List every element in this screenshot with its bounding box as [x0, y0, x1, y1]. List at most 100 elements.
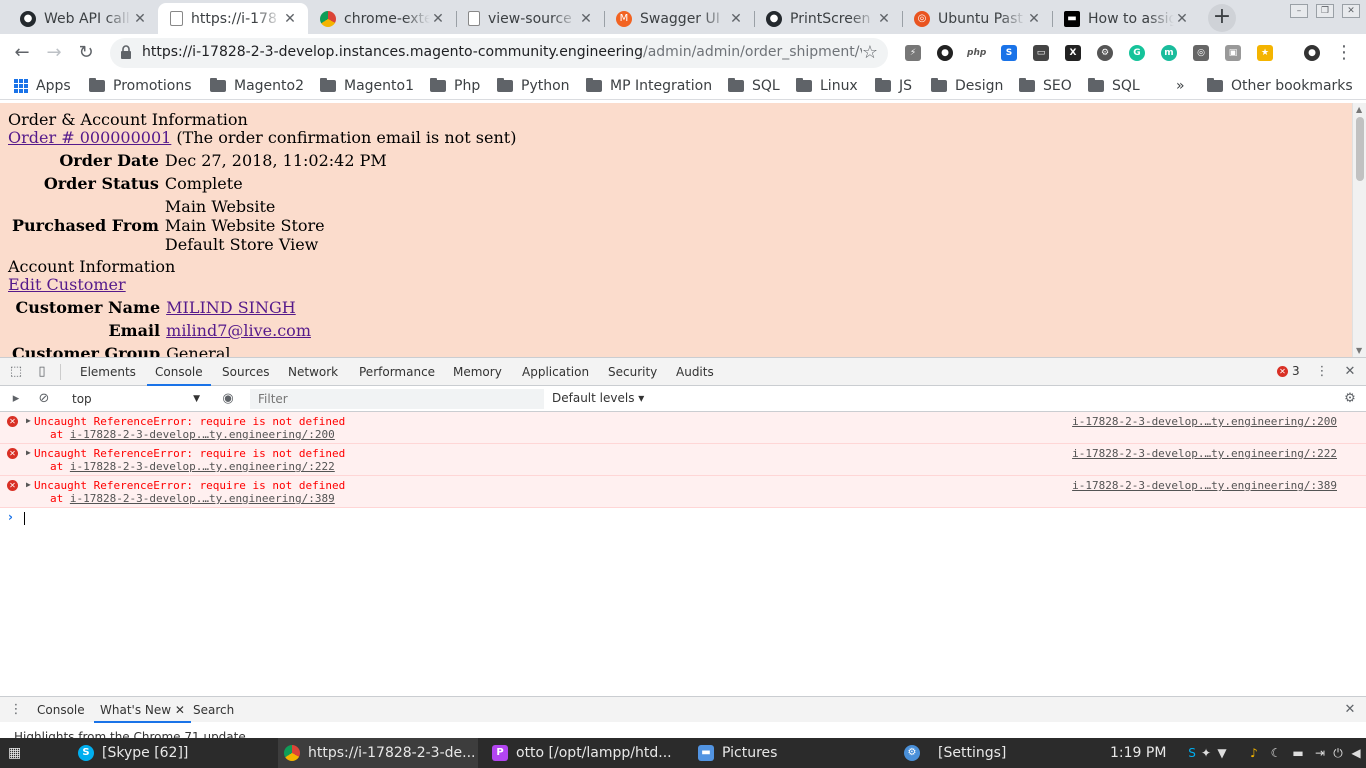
menu-dots-icon[interactable]: ⋮ [1332, 42, 1356, 66]
night-mode-icon[interactable]: ☾ [1268, 745, 1284, 761]
close-icon[interactable]: ✕ [1026, 11, 1042, 27]
expand-triangle-icon[interactable]: ▶ [26, 448, 31, 457]
wifi-icon[interactable]: ▼ [1214, 745, 1230, 761]
other-bookmarks[interactable]: Other bookmarks [1207, 76, 1353, 96]
console-settings-gear-icon[interactable]: ⚙ [1342, 391, 1358, 407]
close-icon[interactable]: ✕ [175, 703, 185, 717]
back-arrow-icon[interactable]: ← [10, 42, 34, 66]
minimize-icon[interactable]: – [1290, 4, 1308, 18]
browser-tab[interactable]: view-source ✕ [456, 3, 605, 34]
bookmark-folder[interactable]: Linux [796, 76, 858, 96]
drawer-tab-console[interactable]: Console [31, 697, 91, 723]
drawer-tab-search[interactable]: Search [187, 697, 240, 723]
taskbar-item-settings[interactable]: ⚙ [Settings] [898, 738, 1098, 768]
star-extension-icon[interactable]: ★ [1257, 45, 1273, 61]
taskbar-item-skype[interactable]: S [Skype [62]] [72, 738, 272, 768]
php-extension-icon[interactable]: php [967, 45, 986, 61]
gear-extension-icon[interactable]: ⚙ [1097, 45, 1113, 61]
tab-application[interactable]: Application [514, 358, 597, 386]
notification-bell-icon[interactable]: ♪ [1246, 745, 1262, 761]
context-selector[interactable]: top ▼ [66, 390, 204, 408]
tab-elements[interactable]: Elements [72, 358, 144, 386]
console-filter-input[interactable] [250, 389, 544, 409]
taskbar-item-phpstorm[interactable]: Potto [/opt/lampp/htd... [486, 738, 686, 768]
clear-console-icon[interactable]: ⊘ [36, 391, 52, 407]
source-link[interactable]: i-17828-2-3-develop.…ty.engineering/:200 [1072, 415, 1337, 428]
browser-tab[interactable]: ● PrintScreen ✕ [754, 3, 903, 34]
extension-icon[interactable]: m [1161, 45, 1177, 61]
maximize-icon[interactable]: ❐ [1316, 4, 1334, 18]
close-icon[interactable]: ✕ [430, 11, 446, 27]
volume-icon[interactable]: ◀ [1348, 745, 1364, 761]
scroll-down-icon[interactable]: ▼ [1356, 346, 1362, 355]
close-icon[interactable]: ✕ [578, 11, 594, 27]
bookmark-folder[interactable]: JS [875, 76, 912, 96]
log-levels-dropdown[interactable]: Default levels ▾ [552, 391, 644, 405]
inspect-element-icon[interactable]: ⬚ [8, 364, 24, 380]
bookmark-folder[interactable]: Magento2 [210, 76, 304, 96]
browser-tab[interactable]: ● Web API call ✕ [8, 3, 159, 34]
clock[interactable]: 1:19 PM [1110, 738, 1166, 768]
expand-triangle-icon[interactable]: ▶ [26, 416, 31, 425]
bookmark-folder[interactable]: MP Integration [586, 76, 712, 96]
source-link[interactable]: i-17828-2-3-develop.…ty.engineering/:389 [1072, 479, 1337, 492]
device-toolbar-icon[interactable]: ▯ [34, 364, 50, 380]
bookmark-apps[interactable]: Apps [14, 76, 71, 96]
expand-triangle-icon[interactable]: ▶ [26, 480, 31, 489]
tab-security[interactable]: Security [600, 358, 665, 386]
devtools-menu-icon[interactable]: ⋮ [1314, 364, 1330, 380]
taskbar-item-pictures[interactable]: ▬ Pictures [692, 738, 892, 768]
tab-sources[interactable]: Sources [214, 358, 277, 386]
stack-link[interactable]: i-17828-2-3-develop.…ty.engineering/:389 [70, 492, 335, 505]
email-link[interactable]: milind7@live.com [166, 321, 311, 340]
stack-link[interactable]: i-17828-2-3-develop.…ty.engineering/:200 [70, 428, 335, 441]
browser-tab[interactable]: M Swagger UI ✕ [604, 3, 755, 34]
camera-extension-icon[interactable]: ▣ [1225, 45, 1241, 61]
eye-icon[interactable]: ◉ [220, 391, 236, 407]
profile-avatar[interactable]: ● [1304, 45, 1320, 61]
close-icon[interactable]: ✕ [132, 11, 148, 27]
app-menu-grid-icon[interactable]: ▦ [8, 738, 28, 768]
reload-icon[interactable]: ↻ [74, 42, 98, 66]
logout-icon[interactable]: ⇥ [1312, 745, 1328, 761]
close-icon[interactable]: ✕ [728, 11, 744, 27]
grammarly-icon[interactable]: G [1129, 45, 1145, 61]
scroll-up-icon[interactable]: ▲ [1356, 105, 1362, 114]
bookmark-folder[interactable]: Python [497, 76, 570, 96]
address-bar[interactable]: https://i-17828-2-3-develop.instances.ma… [110, 38, 888, 68]
edit-customer-link[interactable]: Edit Customer [8, 275, 126, 294]
customer-name-link[interactable]: MILIND SINGH [166, 298, 296, 317]
order-link[interactable]: Order # 000000001 [8, 128, 171, 147]
more-bookmarks-button[interactable]: » [1176, 76, 1185, 96]
files-icon[interactable]: ▬ [1290, 745, 1306, 761]
stack-link[interactable]: i-17828-2-3-develop.…ty.engineering/:222 [70, 460, 335, 473]
bookmark-folder[interactable]: Php [430, 76, 480, 96]
bookmark-folder[interactable]: SQL [1088, 76, 1140, 96]
extension-icon[interactable]: ⚡ [905, 45, 921, 61]
tab-performance[interactable]: Performance [351, 358, 443, 386]
colorpicker-extension-icon[interactable]: ● [937, 45, 953, 61]
power-icon[interactable]: ⏻ [1330, 745, 1346, 761]
close-drawer-icon[interactable]: ✕ [1342, 702, 1358, 718]
tab-memory[interactable]: Memory [445, 358, 510, 386]
bookmark-folder[interactable]: SQL [728, 76, 780, 96]
new-tab-button[interactable]: + [1208, 4, 1236, 32]
extension-icon[interactable]: ◎ [1193, 45, 1209, 61]
extension-icon[interactable]: S [1001, 45, 1017, 61]
taskbar-item-chrome[interactable]: https://i-17828-2-3-de... [278, 738, 478, 768]
console-prompt[interactable]: › [0, 508, 1366, 528]
tab-audits[interactable]: Audits [668, 358, 722, 386]
forward-arrow-icon[interactable]: → [42, 42, 66, 66]
browser-tab[interactable]: chrome-exte ✕ [308, 3, 457, 34]
error-count-badge[interactable]: ✕ 3 [1277, 364, 1300, 378]
close-icon[interactable]: ✕ [1174, 11, 1190, 27]
browser-tab-active[interactable]: https://i-178 ✕ [158, 3, 308, 34]
browser-tab[interactable]: ▬ How to assig ✕ [1052, 3, 1200, 34]
dropbox-icon[interactable]: ✦ [1198, 745, 1214, 761]
drawer-tab-whats-new[interactable]: What's New ✕ [94, 697, 191, 723]
close-window-icon[interactable]: ✕ [1342, 4, 1360, 18]
close-icon[interactable]: ✕ [876, 11, 892, 27]
bookmark-folder[interactable]: Promotions [89, 76, 192, 96]
screen-extension-icon[interactable]: ▭ [1033, 45, 1049, 61]
drawer-menu-icon[interactable]: ⋮ [8, 702, 24, 718]
